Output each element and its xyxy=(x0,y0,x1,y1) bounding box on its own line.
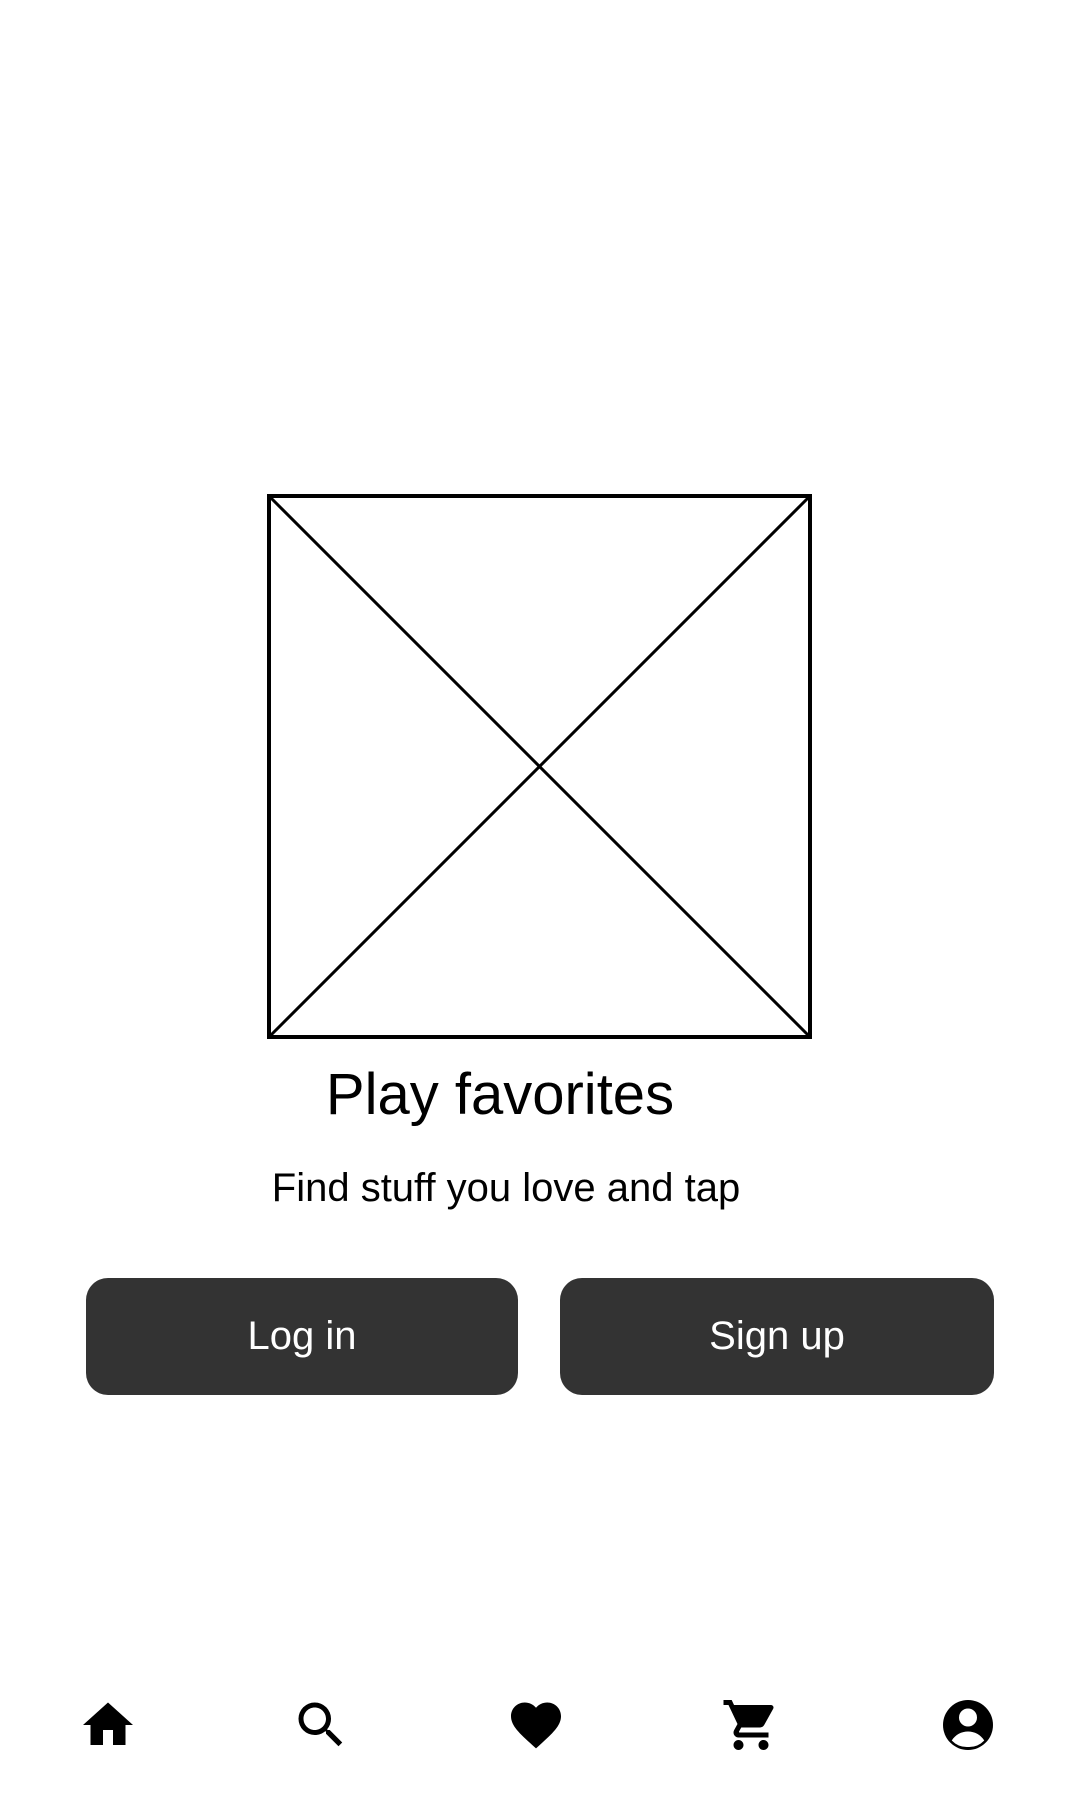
nav-home[interactable] xyxy=(63,1680,153,1770)
account-icon xyxy=(943,1700,993,1750)
nav-search[interactable] xyxy=(276,1680,366,1770)
search-icon xyxy=(298,1702,343,1747)
nav-favorites[interactable] xyxy=(491,1680,581,1770)
signup-button[interactable]: Sign up xyxy=(560,1278,994,1395)
home-icon xyxy=(83,1702,133,1745)
headline: Play favorites xyxy=(325,1062,675,1127)
nav-account[interactable] xyxy=(923,1680,1013,1770)
heart-icon xyxy=(511,1702,561,1749)
cart-icon xyxy=(723,1700,774,1750)
hero-image-placeholder xyxy=(267,494,812,1039)
login-button[interactable]: Log in xyxy=(86,1278,518,1395)
bottom-navigation xyxy=(0,1680,1080,1770)
nav-cart[interactable] xyxy=(706,1680,796,1770)
subline: Find stuff you love and tap xyxy=(271,1166,741,1210)
